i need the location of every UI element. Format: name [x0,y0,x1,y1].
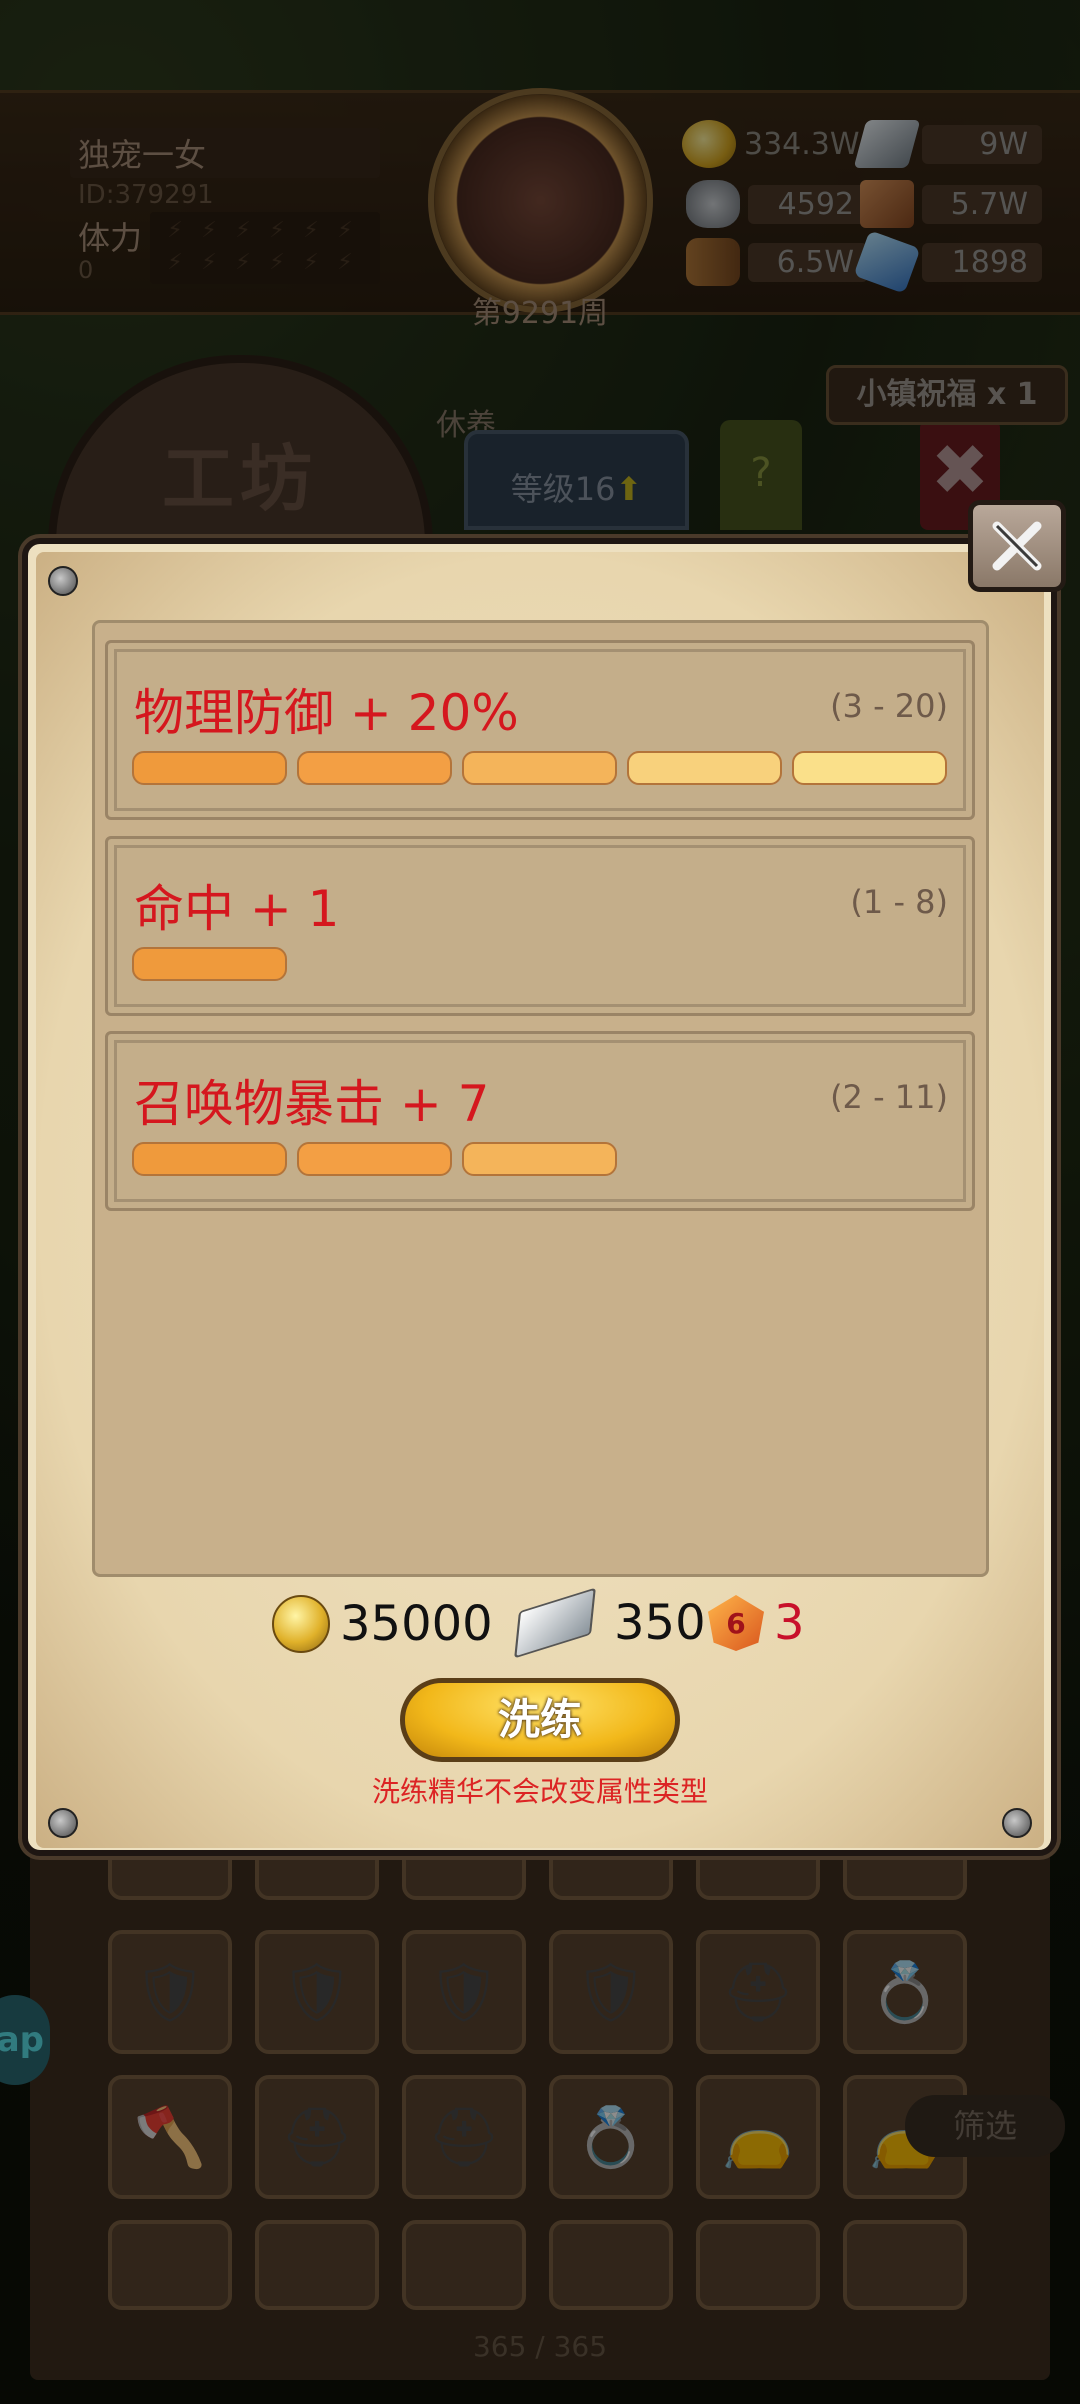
cost-gold: 35000 [272,1595,493,1653]
attribute-name: 物理防御 + 20% [134,684,519,742]
attribute-name: 命中 + 1 [134,880,340,938]
attribute-level-bar [132,751,947,785]
level-pip [132,1142,287,1176]
attribute-level-bar [132,1142,617,1176]
rivet-icon [48,1808,78,1838]
level-pip [792,751,947,785]
attribute-card: 召唤物暴击 + 7 (2 - 11) [105,1031,975,1211]
cost-gold-value: 35000 [340,1596,493,1652]
dialog-close-button[interactable] [968,500,1066,592]
refine-note: 洗练精华不会改变属性类型 [371,1775,708,1808]
level-pip [132,947,287,981]
refine-button[interactable]: 洗练 [400,1678,680,1762]
steel-ingot-icon [514,1587,596,1659]
attribute-level-bar [132,947,287,981]
level-pip [462,751,617,785]
attribute-range: (1 - 8) [850,883,948,921]
gold-coin-icon [272,1595,330,1653]
cost-essence: 6 3 [708,1595,805,1651]
cost-steel-value: 350 [614,1595,706,1651]
cost-steel: 350 [514,1587,706,1659]
attribute-card: 命中 + 1 (1 - 8) [105,836,975,1016]
rivet-icon [1002,1808,1032,1838]
level-pip [132,751,287,785]
attribute-name: 召唤物暴击 + 7 [134,1075,490,1133]
rivet-icon [48,566,78,596]
cost-essence-value: 3 [774,1595,805,1651]
level-pip [627,751,782,785]
attribute-card: 物理防御 + 20% (3 - 20) [105,640,975,820]
attribute-range: (3 - 20) [830,687,948,725]
crossed-tools-icon [992,521,1042,571]
level-pip [297,751,452,785]
level-pip [462,1142,617,1176]
level-pip [297,1142,452,1176]
attribute-range: (2 - 11) [830,1078,948,1116]
essence-dice-icon: 6 [708,1595,764,1651]
